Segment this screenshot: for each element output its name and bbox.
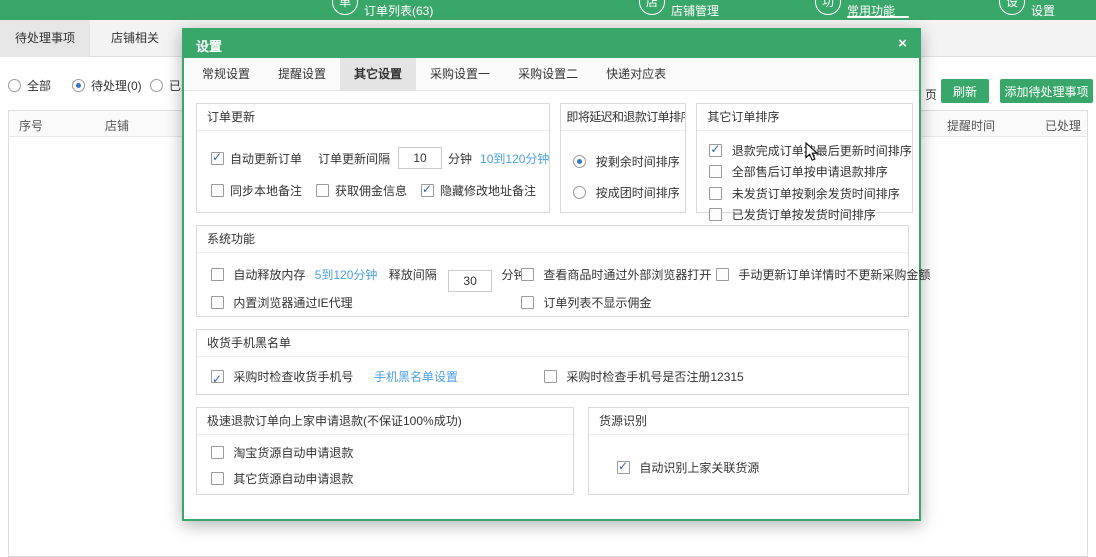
link-interval-range-hint: 10到120分钟: [480, 150, 549, 167]
label-interval-unit: 分钟: [448, 150, 472, 167]
checkbox-ie-proxy[interactable]: [211, 296, 224, 309]
tab-general-settings[interactable]: 常规设置: [188, 58, 264, 90]
group-order-update: 订单更新 自动更新订单 订单更新间隔 分钟 10到120分钟 同步本地备注 获取…: [196, 103, 550, 213]
active-nav-underline: [847, 16, 909, 18]
radio-processed[interactable]: [150, 79, 163, 92]
radio-all[interactable]: [8, 79, 21, 92]
checkbox-manual-update-no-amount[interactable]: [716, 268, 729, 281]
radio-sort-by-remaining-time[interactable]: [573, 155, 586, 168]
tab-purchase-settings-2[interactable]: 采购设置二: [504, 58, 592, 90]
radio-pending[interactable]: [72, 79, 85, 92]
checkbox-auto-release-memory[interactable]: [211, 268, 224, 281]
label-auto-identify-source: 自动识别上家关联货源: [639, 461, 759, 475]
group-delay-refund-sort-title: 即将延迟和退款订单排序: [561, 104, 685, 131]
label-manual-update-no-amount: 手动更新订单详情时不更新采购金额: [738, 268, 930, 282]
checkbox-check-12315[interactable]: [544, 370, 557, 383]
label-unshipped-sort: 未发货订单按剩余发货时间排序: [732, 187, 900, 201]
checkbox-refund-done-sort[interactable]: [709, 144, 722, 157]
checkbox-other-auto-refund[interactable]: [211, 472, 224, 485]
label-ie-proxy: 内置浏览器通过IE代理: [233, 296, 352, 310]
checkbox-hide-commission[interactable]: [521, 296, 534, 309]
group-order-update-title: 订单更新: [197, 104, 549, 131]
dialog-tab-bar: 常规设置 提醒设置 其它设置 采购设置一 采购设置二 快递对应表: [184, 58, 919, 91]
group-source-identify-title: 货源识别: [589, 408, 908, 435]
label-shipped-sort: 已发货订单按发货时间排序: [732, 208, 876, 222]
shop-manage-icon: 店: [639, 0, 665, 15]
label-get-commission-info: 获取佣金信息: [335, 182, 407, 199]
group-phone-blacklist-title: 收货手机黑名单: [197, 330, 908, 357]
release-interval-input[interactable]: [448, 270, 492, 292]
label-check-receiver-phone: 采购时检查收货手机号: [233, 370, 353, 384]
col-header-shop: 店铺: [105, 117, 129, 134]
checkbox-check-receiver-phone[interactable]: [211, 370, 224, 383]
label-update-interval: 订单更新间隔: [318, 150, 390, 167]
group-system-functions: 系统功能 自动释放内存 5到120分钟 释放间隔 分钟 查看商品时通过外部浏览器…: [196, 225, 909, 317]
settings-icon: 设: [999, 0, 1025, 15]
tab-pending-items[interactable]: 待处理事项: [0, 20, 90, 57]
checkbox-sync-local-notes[interactable]: [211, 184, 224, 197]
filter-pending-label: 待处理(0): [91, 79, 142, 93]
close-icon[interactable]: ×: [898, 35, 907, 53]
group-phone-blacklist: 收货手机黑名单 采购时检查收货手机号 手机黑名单设置 采购时检查手机号是否注册1…: [196, 329, 909, 395]
update-interval-input[interactable]: [398, 147, 442, 169]
common-functions-icon: 功: [815, 0, 841, 15]
checkbox-shipped-sort[interactable]: [709, 208, 722, 221]
label-refund-done-sort: 退款完成订单按最后更新时间排序: [732, 144, 912, 158]
checkbox-unshipped-sort[interactable]: [709, 187, 722, 200]
checkbox-auto-identify-source[interactable]: [617, 461, 630, 474]
label-release-interval: 释放间隔: [389, 268, 437, 282]
checkbox-taobao-auto-refund[interactable]: [211, 446, 224, 459]
top-nav-bar: 单 订单列表(63) 店 店铺管理 功 常用功能 设 设置: [0, 0, 1096, 20]
label-sync-local-notes: 同步本地备注: [230, 182, 302, 199]
order-list-icon: 单: [332, 0, 358, 15]
dialog-title: 设置: [196, 36, 222, 55]
refresh-button[interactable]: 刷新: [941, 79, 989, 103]
label-sort-by-remaining-time: 按剩余时间排序: [596, 155, 680, 169]
link-release-range-hint: 5到120分钟: [315, 268, 378, 282]
label-check-12315: 采购时检查手机号是否注册12315: [566, 370, 743, 384]
group-other-sort-title: 其它订单排序: [697, 104, 911, 131]
dialog-body: 订单更新 自动更新订单 订单更新间隔 分钟 10到120分钟 同步本地备注 获取…: [184, 91, 919, 495]
nav-label-settings: 设置: [1031, 2, 1055, 19]
checkbox-get-commission-info[interactable]: [316, 184, 329, 197]
label-sort-by-group-time: 按成团时间排序: [596, 186, 680, 200]
group-other-sort: 其它订单排序 退款完成订单按最后更新时间排序 全部售后订单按申请退款排序 未发货…: [696, 103, 912, 213]
group-fast-refund: 极速退款订单向上家申请退款(不保证100%成功) 淘宝货源自动申请退款 其它货源…: [196, 407, 574, 495]
tab-shop-related[interactable]: 店铺相关: [90, 20, 180, 57]
checkbox-aftersale-sort[interactable]: [709, 165, 722, 178]
nav-label-order-list: 订单列表(63): [364, 2, 433, 19]
label-other-auto-refund: 其它货源自动申请退款: [233, 472, 353, 486]
col-header-processed: 已处理: [1045, 117, 1081, 134]
tab-express-mapping[interactable]: 快递对应表: [592, 58, 680, 90]
label-taobao-auto-refund: 淘宝货源自动申请退款: [233, 446, 353, 460]
dialog-header[interactable]: 设置 ×: [184, 30, 919, 58]
col-header-index: 序号: [19, 117, 43, 134]
group-source-identify: 货源识别 自动识别上家关联货源: [588, 407, 909, 495]
label-aftersale-sort: 全部售后订单按申请退款排序: [732, 165, 888, 179]
label-hide-commission: 订单列表不显示佣金: [543, 296, 651, 310]
tab-other-settings[interactable]: 其它设置: [340, 58, 416, 90]
nav-label-shop-manage: 店铺管理: [671, 2, 719, 19]
filter-all-label: 全部: [27, 79, 51, 93]
checkbox-external-browser[interactable]: [521, 268, 534, 281]
radio-sort-by-group-time[interactable]: [573, 186, 586, 199]
group-fast-refund-title: 极速退款订单向上家申请退款(不保证100%成功): [197, 408, 573, 435]
group-delay-refund-sort: 即将延迟和退款订单排序 按剩余时间排序 按成团时间排序: [560, 103, 686, 213]
filter-pending[interactable]: 待处理(0): [72, 78, 142, 94]
pagination-text-tail: 页: [925, 86, 937, 103]
link-phone-blacklist-settings[interactable]: 手机黑名单设置: [374, 366, 458, 388]
col-header-remind-time: 提醒时间: [947, 117, 995, 134]
checkbox-hide-address-notes[interactable]: [421, 184, 434, 197]
tab-purchase-settings-1[interactable]: 采购设置一: [416, 58, 504, 90]
settings-dialog: 设置 × 常规设置 提醒设置 其它设置 采购设置一 采购设置二 快递对应表 订单…: [182, 28, 921, 521]
label-auto-update-orders: 自动更新订单: [230, 150, 302, 167]
group-system-functions-title: 系统功能: [197, 226, 908, 253]
filter-all[interactable]: 全部: [8, 78, 51, 94]
add-pending-item-button[interactable]: 添加待处理事项: [1000, 79, 1093, 103]
label-hide-address-notes: 隐藏修改地址备注: [440, 182, 536, 199]
label-auto-release-memory: 自动释放内存: [233, 268, 305, 282]
label-external-browser: 查看商品时通过外部浏览器打开: [543, 268, 711, 282]
checkbox-auto-update-orders[interactable]: [211, 152, 224, 165]
tab-reminder-settings[interactable]: 提醒设置: [264, 58, 340, 90]
